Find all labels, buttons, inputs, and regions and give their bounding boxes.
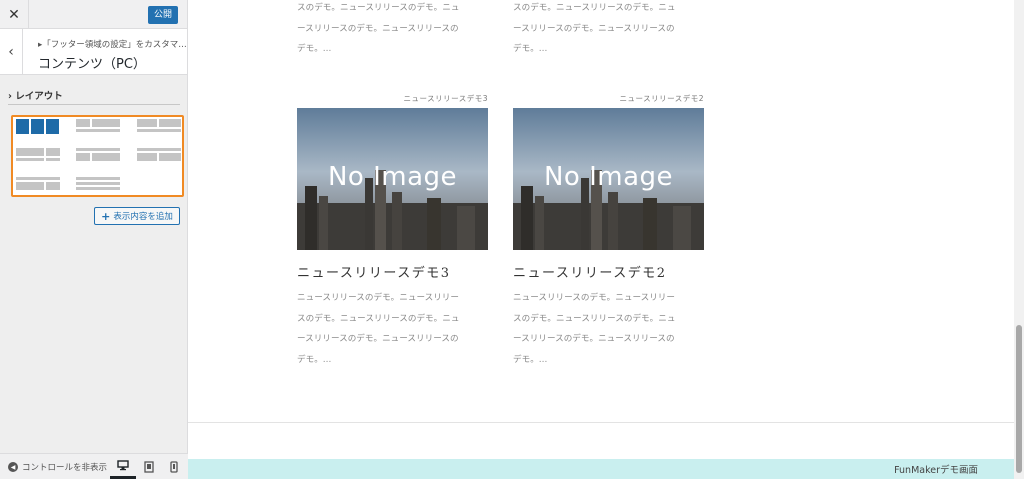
card-excerpt: ニュースリリースのデモ。ニュースリリー スのデモ。ニュースリリースのデモ。ニュ … xyxy=(513,293,676,365)
card-thumbnail[interactable]: No Image xyxy=(513,108,704,250)
footer-text: FunMakerデモ画面 xyxy=(894,465,978,476)
layout-option-7[interactable] xyxy=(16,177,60,194)
close-icon[interactable]: ✕ xyxy=(0,0,29,29)
publish-button[interactable]: 公開 xyxy=(147,6,178,24)
plus-icon: + xyxy=(101,209,111,223)
scrollbar[interactable] xyxy=(1014,0,1024,479)
hide-controls-label: コントロールを非表示 xyxy=(22,463,108,473)
card-thumbnail[interactable]: No Image xyxy=(297,108,488,250)
card-category: ニュースリリースデモ3 xyxy=(403,94,488,103)
back-chevron-icon[interactable]: ‹ xyxy=(0,29,23,75)
add-content-button[interactable]: + 表示内容を追加 xyxy=(94,207,180,225)
no-image-label: No Image xyxy=(543,162,674,192)
card-title[interactable]: ニュースリリースデモ2 xyxy=(513,262,666,281)
card-category: ニュースリリースデモ2 xyxy=(619,94,704,103)
footer-area xyxy=(188,422,1014,459)
desktop-preview-icon[interactable] xyxy=(110,454,136,479)
site-preview: スのデモ。ニュースリリースのデモ。ニュ ースリリースのデモ。ニュースリリースの … xyxy=(188,0,1014,479)
tablet-preview-icon[interactable] xyxy=(136,454,162,479)
divider xyxy=(8,104,180,105)
layout-section-toggle[interactable]: › レイアウト xyxy=(8,88,63,102)
card-title[interactable]: ニュースリリースデモ3 xyxy=(297,262,450,281)
add-content-label: 表示内容を追加 xyxy=(113,212,173,222)
card-excerpt: スのデモ。ニュースリリースのデモ。ニュ ースリリースのデモ。ニュースリリースの … xyxy=(297,3,460,55)
layout-option-6[interactable] xyxy=(137,148,181,165)
section-header: ‹ ▸「フッター領域の設定」をカスタマ… コンテンツ（PC） xyxy=(0,29,187,75)
layout-option-3[interactable] xyxy=(137,119,181,136)
card-excerpt: スのデモ。ニュースリリースのデモ。ニュ ースリリースのデモ。ニュースリリースの … xyxy=(513,3,676,55)
section-title: コンテンツ（PC） xyxy=(38,57,146,72)
layout-section-label: レイアウト xyxy=(15,91,63,102)
layout-option-three-columns[interactable] xyxy=(16,119,60,136)
breadcrumb: ▸「フッター領域の設定」をカスタマ… xyxy=(38,40,187,50)
scrollbar-thumb[interactable] xyxy=(1016,325,1022,473)
no-image-label: No Image xyxy=(327,162,458,192)
sidebar-header-bar: ✕ 公開 xyxy=(0,0,187,29)
mobile-preview-icon[interactable] xyxy=(161,454,187,479)
collapse-arrow-icon: ◀ xyxy=(8,462,18,472)
chevron-right-icon: › xyxy=(8,91,12,102)
layout-options xyxy=(11,115,184,197)
customizer-sidebar: ✕ 公開 ‹ ▸「フッター領域の設定」をカスタマ… コンテンツ（PC） › レイ… xyxy=(0,0,188,479)
layout-option-5[interactable] xyxy=(76,148,120,165)
layout-option-2[interactable] xyxy=(76,119,120,136)
footer-bar: FunMakerデモ画面 xyxy=(188,459,1014,479)
card-excerpt: ニュースリリースのデモ。ニュースリリー スのデモ。ニュースリリースのデモ。ニュ … xyxy=(297,293,460,365)
layout-option-4[interactable] xyxy=(16,148,60,165)
layout-option-8[interactable] xyxy=(76,177,120,194)
hide-controls-button[interactable]: ◀ コントロールを非表示 xyxy=(8,461,108,473)
sidebar-footer: ◀ コントロールを非表示 xyxy=(0,453,188,479)
